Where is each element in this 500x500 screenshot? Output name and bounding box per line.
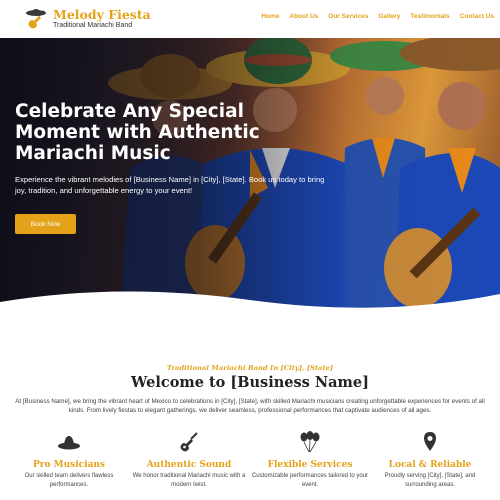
logo[interactable]: Melody Fiesta Traditional Mariachi Band (24, 7, 151, 31)
feature-text: Our skilled team delivers flawless perfo… (24, 473, 114, 488)
feature-title: Authentic Sound (146, 460, 232, 470)
feature-text: We honor traditional Mariachi music with… (132, 473, 246, 488)
nav-gallery[interactable]: Gallery (378, 13, 400, 20)
nav-home[interactable]: Home (261, 13, 279, 20)
sombrero-icon (58, 436, 80, 450)
nav-contact-us[interactable]: Contact Us (460, 13, 494, 20)
feature-pro-musicians: Pro Musicians Our skilled team delivers … (9, 430, 129, 489)
balloons-icon (300, 431, 320, 453)
feature-title: Pro Musicians (33, 460, 105, 470)
nav-about-us[interactable]: About Us (289, 13, 318, 20)
feature-text: Customizable performances tailored to yo… (251, 473, 369, 488)
hero-wave-divider (0, 291, 500, 313)
hero-title: Celebrate Any Special Moment with Authen… (15, 101, 260, 164)
brand-name: Melody Fiesta (53, 7, 151, 22)
feature-title: Local & Reliable (388, 460, 472, 470)
welcome-title: Welcome to [Business Name] (131, 374, 369, 391)
feature-text: Proudly serving [City], [State], and sur… (384, 473, 476, 488)
guitar-logo-icon (26, 9, 46, 29)
location-pin-icon (424, 432, 436, 451)
features-row: Pro Musicians Our skilled team delivers … (0, 430, 500, 500)
book-now-button[interactable]: Book Now (15, 214, 76, 234)
brand-tagline: Traditional Mariachi Band (53, 22, 133, 29)
hero-section: Celebrate Any Special Moment with Authen… (0, 38, 500, 313)
feature-local-reliable: Local & Reliable Proudly serving [City],… (370, 430, 490, 489)
hero-text: Experience the vibrant melodies of [Busi… (15, 175, 325, 195)
welcome-text: At [Business Name], we bring the vibrant… (15, 398, 485, 414)
welcome-eyebrow: Traditional Mariachi Band In [City], [St… (166, 364, 334, 372)
main-nav: Home About Us Our Services Gallery Testi… (261, 13, 494, 20)
feature-title: Flexible Services (267, 460, 353, 470)
guitar-icon (180, 432, 198, 452)
nav-our-services[interactable]: Our Services (328, 13, 368, 20)
nav-testimonials[interactable]: Testimonials (410, 13, 449, 20)
site-header: Melody Fiesta Traditional Mariachi Band … (0, 0, 500, 38)
feature-flexible-services: Flexible Services Customizable performan… (250, 430, 370, 489)
feature-authentic-sound: Authentic Sound We honor traditional Mar… (129, 430, 249, 489)
